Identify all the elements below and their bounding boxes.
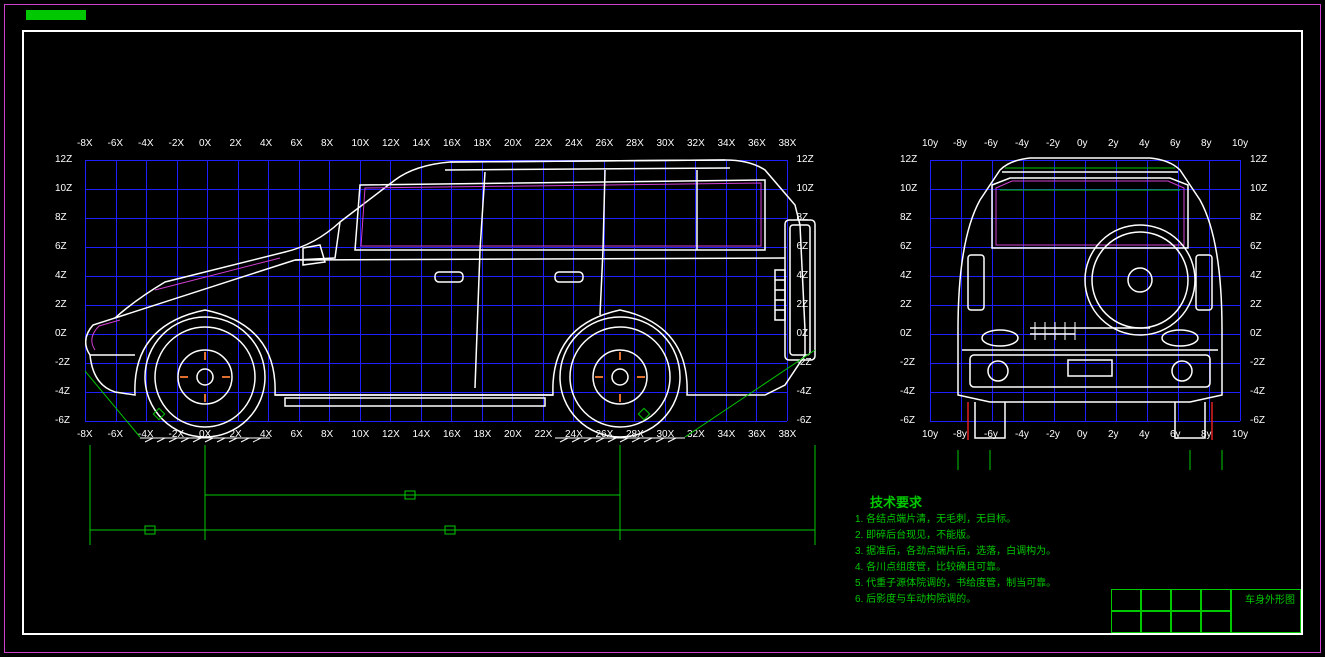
side-x-top-tick: 24X xyxy=(565,138,583,149)
drawing-title: 车身外形图 xyxy=(1245,591,1295,606)
tech-item: 1. 各结点端片清，无毛刺，无目标。 xyxy=(855,510,1016,525)
rear-y-top-tick: -2y xyxy=(1046,138,1060,149)
rear-y-top-tick: 0y xyxy=(1077,138,1088,149)
tech-item: 6. 后影度与车动构院调的。 xyxy=(855,590,976,605)
side-z-left-tick: 8Z xyxy=(55,212,67,223)
rear-y-top-tick: -8y xyxy=(953,138,967,149)
rear-z-left-tick: 0Z xyxy=(900,328,912,339)
side-x-top-tick: 18X xyxy=(474,138,492,149)
rear-z-left-tick: 2Z xyxy=(900,299,912,310)
rear-z-left-tick: 12Z xyxy=(900,154,917,165)
rear-z-left-tick: -2Z xyxy=(900,357,915,368)
side-x-top-tick: -8X xyxy=(77,138,93,149)
side-x-top-tick: 38X xyxy=(779,138,797,149)
rear-z-left-tick: 8Z xyxy=(900,212,912,223)
rear-z-left-tick: -6Z xyxy=(900,415,915,426)
rear-y-top-tick: 2y xyxy=(1108,138,1119,149)
rear-z-left-tick: 6Z xyxy=(900,241,912,252)
rear-z-left-tick: 4Z xyxy=(900,270,912,281)
rear-z-left-tick: -4Z xyxy=(900,386,915,397)
rear-y-top-tick: -6y xyxy=(984,138,998,149)
side-x-top-tick: 8X xyxy=(321,138,333,149)
rear-y-top-tick: 4y xyxy=(1139,138,1150,149)
tech-item: 5. 代重子源体院调的，书给度管，制当可靠。 xyxy=(855,574,1056,589)
tech-requirements-title: 技术要求 xyxy=(870,492,922,511)
side-z-left-tick: -6Z xyxy=(55,415,70,426)
side-x-top-tick: 4X xyxy=(260,138,272,149)
side-dimensions xyxy=(85,445,865,555)
side-x-top-tick: -2X xyxy=(169,138,185,149)
side-x-top-tick: 32X xyxy=(687,138,705,149)
side-z-left-tick: -2Z xyxy=(55,357,70,368)
rear-y-top-tick: 6y xyxy=(1170,138,1181,149)
tech-item: 4. 各川点组度管，比较确且可靠。 xyxy=(855,558,1006,573)
rear-y-top-tick: 10y xyxy=(1232,138,1248,149)
rear-view-suv xyxy=(920,150,1260,470)
side-z-left-tick: 12Z xyxy=(55,154,72,165)
side-x-top-tick: 30X xyxy=(657,138,675,149)
side-x-top-tick: 0X xyxy=(199,138,211,149)
rear-y-top-tick: -4y xyxy=(1015,138,1029,149)
side-x-top-tick: 6X xyxy=(291,138,303,149)
side-x-top-tick: 26X xyxy=(596,138,614,149)
side-x-top-tick: 16X xyxy=(443,138,461,149)
side-x-top-tick: 12X xyxy=(382,138,400,149)
tech-item: 3. 据准后，各劲点端片后，选落，白调构为。 xyxy=(855,542,1056,557)
side-x-top-tick: 2X xyxy=(230,138,242,149)
side-z-left-tick: 6Z xyxy=(55,241,67,252)
side-x-top-tick: 10X xyxy=(352,138,370,149)
side-z-left-tick: 0Z xyxy=(55,328,67,339)
side-x-top-tick: 14X xyxy=(413,138,431,149)
side-z-left-tick: 4Z xyxy=(55,270,67,281)
rear-z-left-tick: 10Z xyxy=(900,183,917,194)
side-z-left-tick: -4Z xyxy=(55,386,70,397)
tech-item: 2. 即碎后台现见，不能版。 xyxy=(855,526,976,541)
side-view-suv xyxy=(85,150,865,470)
side-x-top-tick: 22X xyxy=(535,138,553,149)
side-x-top-tick: 20X xyxy=(504,138,522,149)
side-z-left-tick: 2Z xyxy=(55,299,67,310)
side-x-top-tick: -6X xyxy=(108,138,124,149)
side-x-top-tick: 34X xyxy=(718,138,736,149)
rear-y-top-tick: 8y xyxy=(1201,138,1212,149)
layer-badge xyxy=(26,10,86,20)
title-block: 车身外形图 xyxy=(1111,589,1301,633)
side-x-top-tick: -4X xyxy=(138,138,154,149)
side-z-left-tick: 10Z xyxy=(55,183,72,194)
side-x-top-tick: 28X xyxy=(626,138,644,149)
rear-y-top-tick: 10y xyxy=(922,138,938,149)
side-x-top-tick: 36X xyxy=(748,138,766,149)
